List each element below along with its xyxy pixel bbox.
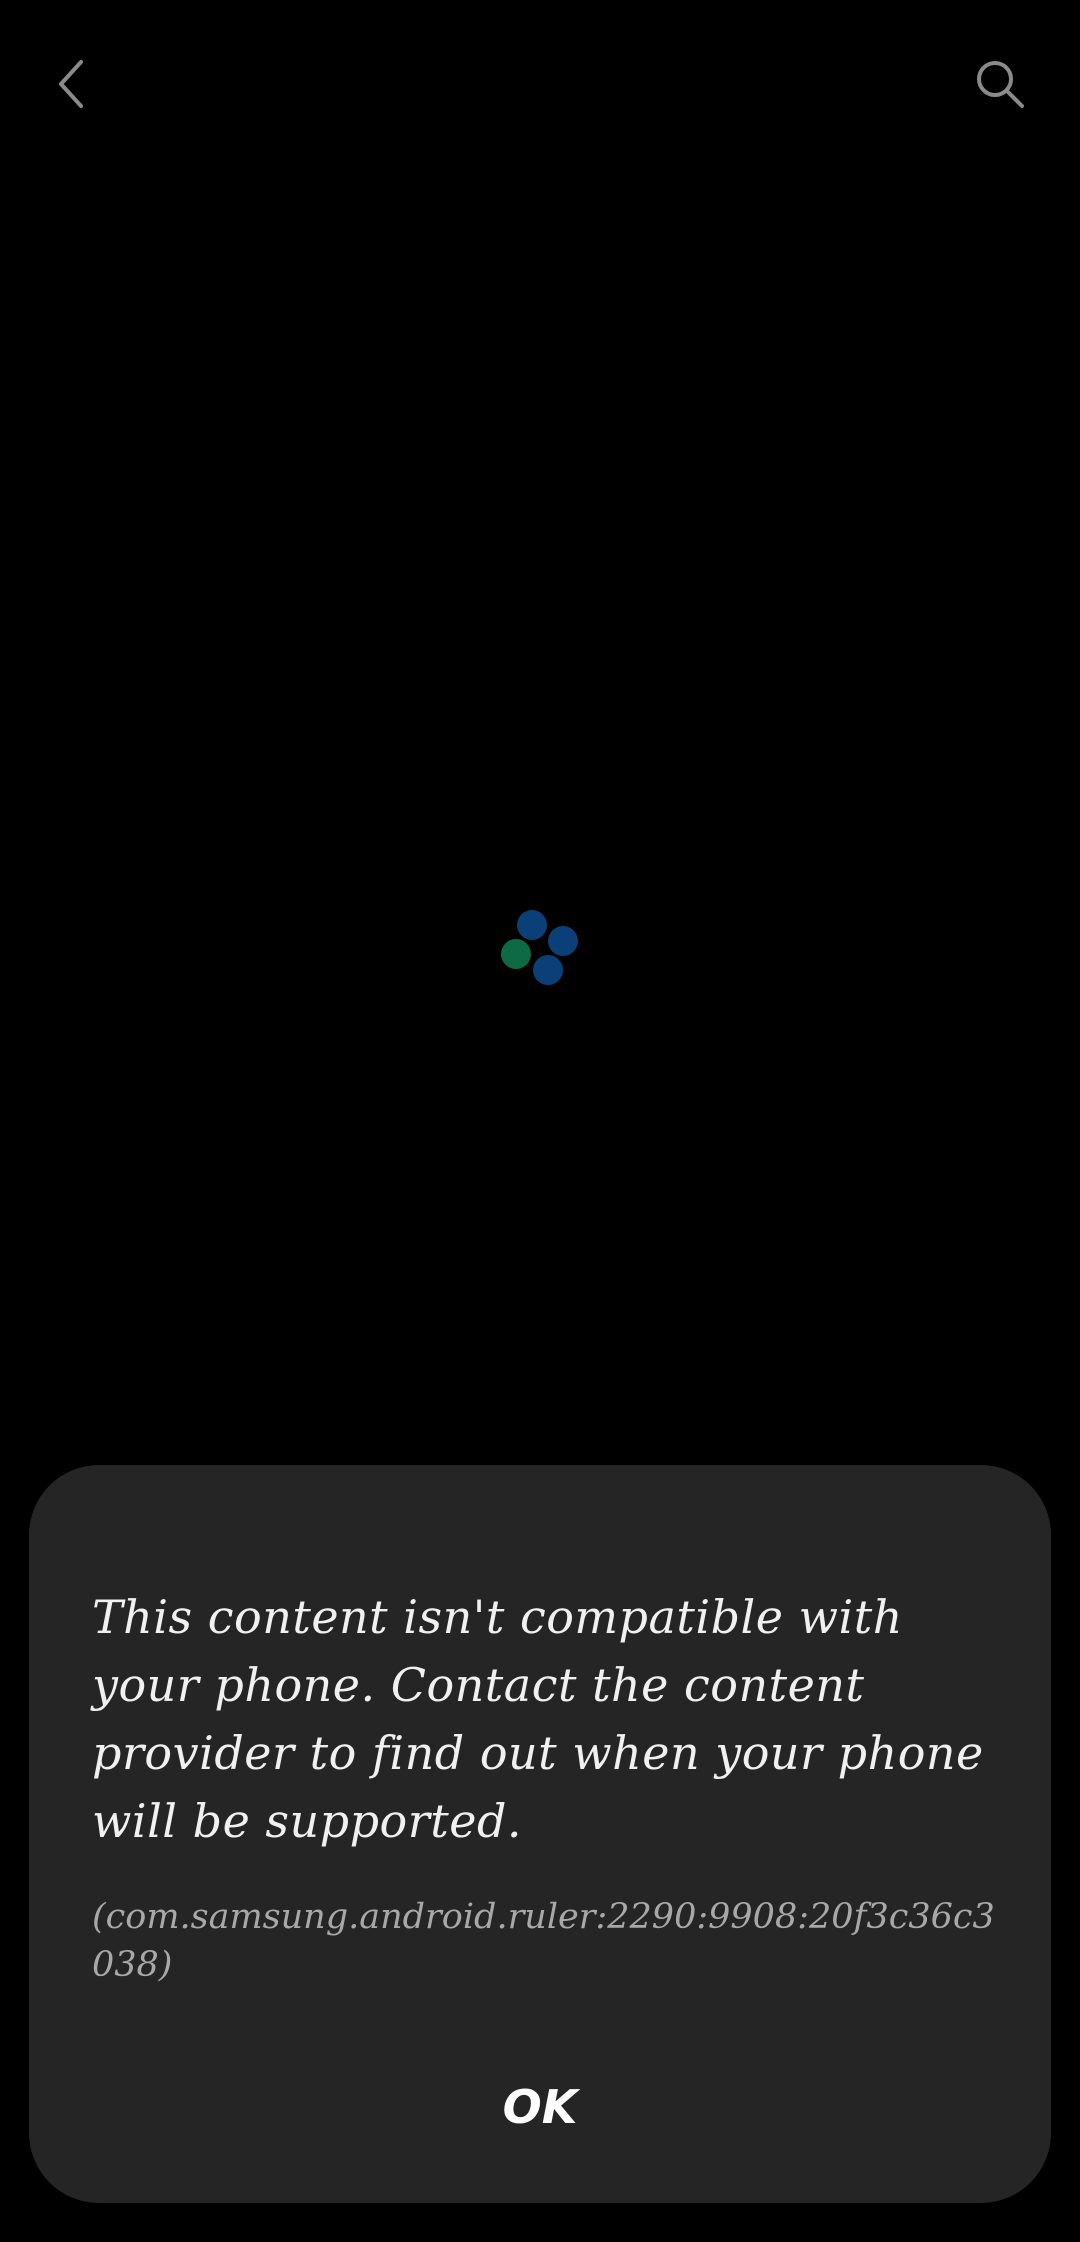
spinner-dot: [517, 910, 547, 940]
spinner-dot: [501, 939, 531, 969]
spinner-dot: [533, 955, 563, 985]
spinner-dot: [548, 926, 578, 956]
error-dialog: This content isn't compatible with your …: [29, 1465, 1051, 2203]
loading-spinner-icon: [490, 900, 590, 1000]
dialog-error-code: (com.samsung.android.ruler:2290:9908:20f…: [92, 1897, 995, 1985]
dialog-message: This content isn't compatible with your …: [92, 1590, 984, 1848]
back-button[interactable]: [36, 44, 106, 124]
chevron-left-icon: [59, 60, 83, 108]
search-button[interactable]: [960, 44, 1040, 124]
ok-button[interactable]: OK: [409, 2057, 671, 2157]
search-icon: [977, 61, 1024, 108]
top-app-bar: [0, 0, 1080, 170]
